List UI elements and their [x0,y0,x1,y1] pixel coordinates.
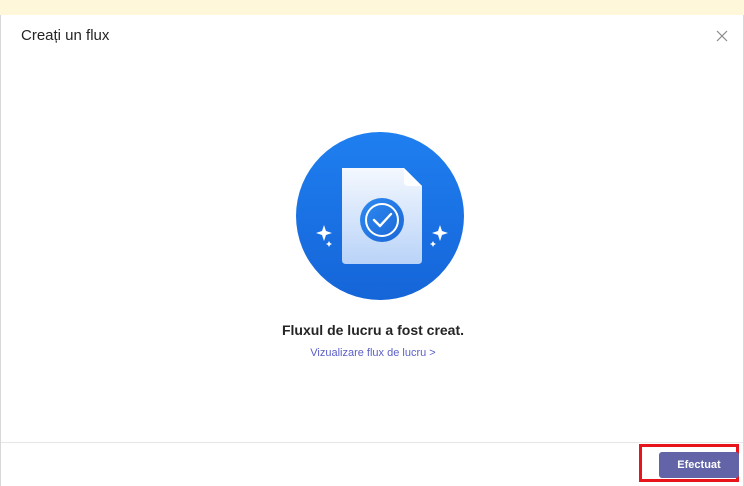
view-workflow-link[interactable]: Vizualizare flux de lucru > [1,347,744,359]
create-flow-dialog: Creați un flux Fluxul de lucru a fost cr… [0,15,744,486]
success-illustration [295,131,465,301]
document-checkmark-icon [296,132,464,300]
close-icon [713,27,731,45]
view-workflow-link-label: Vizualizare flux de lucru > [310,347,436,359]
dialog-title: Creați un flux [21,27,110,44]
success-message: Fluxul de lucru a fost creat. [281,322,465,338]
close-button[interactable] [713,27,731,45]
footer-divider [1,442,743,443]
done-button[interactable]: Efectuat [659,452,739,478]
